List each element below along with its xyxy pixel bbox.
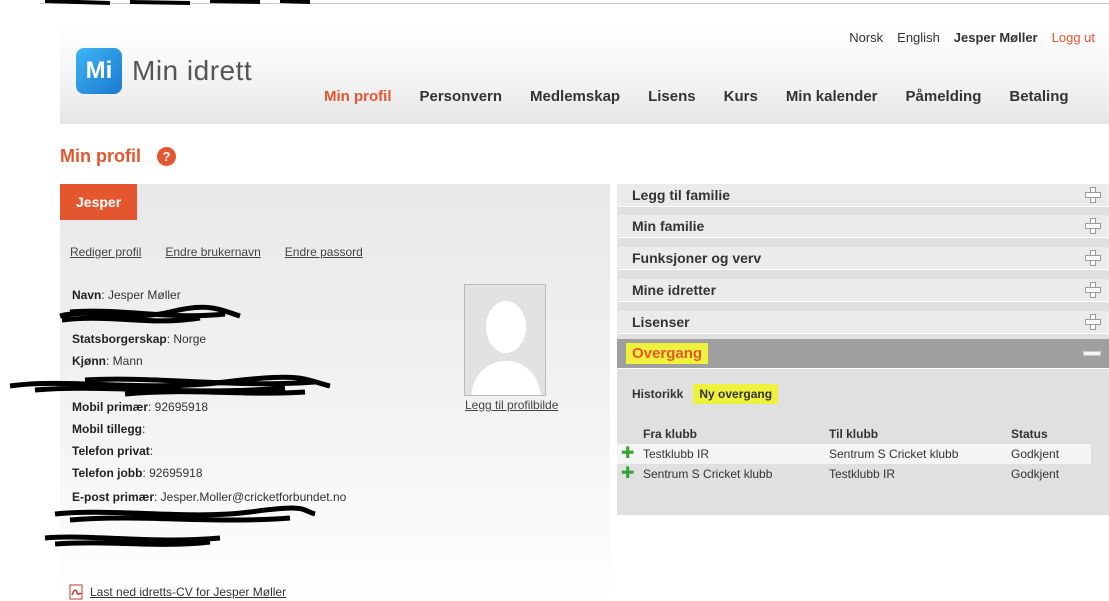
profile-links: Rediger profil Endre brukernavn Endre pa…	[70, 245, 363, 259]
redaction-scribble-top	[44, 0, 311, 5]
user-name: Jesper Møller	[953, 30, 1038, 45]
accordion-add-family[interactable]: Legg til familie	[617, 184, 1109, 207]
accordion-label: Lisenser	[632, 314, 690, 330]
logo-text: Min idrett	[132, 55, 253, 86]
help-icon[interactable]: ?	[156, 147, 176, 166]
new-transfer-button[interactable]: Ny overgang	[693, 384, 779, 404]
change-username-link[interactable]: Endre brukernavn	[165, 245, 260, 259]
accordion-my-family[interactable]: Min familie	[617, 215, 1109, 238]
table-header-row: Fra klubb Til klubb Status	[617, 424, 1091, 444]
nav-min-profil[interactable]: Min profil	[324, 88, 392, 105]
field-name: Navn: Jesper Møller	[72, 288, 181, 302]
expand-row-plus-icon[interactable]: ✚	[621, 445, 634, 462]
accordion-functions[interactable]: Funksjoner og verv	[617, 247, 1109, 270]
page-title: Min profil	[60, 146, 141, 166]
cell-from: Sentrum S Cricket klubb	[643, 467, 773, 481]
accordion-transfer[interactable]: Overgang	[617, 339, 1109, 369]
expand-plus-icon[interactable]	[1085, 187, 1101, 203]
nav-medlemskap[interactable]: Medlemskap	[530, 88, 620, 105]
profile-panel: Jesper Rediger profil Endre brukernavn E…	[9, 184, 610, 601]
download-cv-link[interactable]: Last ned idretts-CV for Jesper Møller	[90, 585, 286, 599]
profile-picture-placeholder[interactable]	[464, 284, 546, 396]
redaction-scribble	[54, 505, 316, 523]
add-profile-picture-link[interactable]: Legg til profilbilde	[465, 398, 558, 412]
column-header-from: Fra klubb	[643, 427, 698, 441]
history-tab[interactable]: Historikk	[632, 387, 683, 401]
main-nav: Min profil Personvern Medlemskap Lisens …	[324, 88, 1069, 105]
accordion-label-open: Overgang	[626, 343, 709, 364]
table-row[interactable]: ✚ Sentrum S Cricket klubb Testklubb IR G…	[617, 464, 1091, 484]
accordion-label: Funksjoner og verv	[632, 250, 762, 266]
nav-kurs[interactable]: Kurs	[724, 88, 758, 105]
cell-to: Testklubb IR	[829, 467, 896, 481]
expand-plus-icon[interactable]	[1085, 218, 1101, 234]
expand-plus-icon[interactable]	[1085, 314, 1101, 330]
expand-plus-icon[interactable]	[1085, 250, 1101, 266]
person-silhouette-icon	[471, 301, 541, 395]
collapse-minus-icon[interactable]	[1083, 351, 1101, 356]
accordion-panel: Legg til familie Min familie Funksjoner …	[617, 184, 1109, 515]
page-title-row: Min profil ?	[60, 146, 176, 167]
redaction-scribble	[9, 374, 331, 397]
table-row[interactable]: ✚ Testklubb IR Sentrum S Cricket klubb G…	[617, 444, 1091, 464]
language-bar: Norsk English Jesper Møller Logg ut	[849, 30, 1095, 45]
lang-norsk-link[interactable]: Norsk	[849, 30, 883, 45]
field-gender: Kjønn: Mann	[72, 354, 143, 368]
logo[interactable]: Mi Min idrett	[76, 48, 252, 94]
nav-personvern[interactable]: Personvern	[420, 88, 503, 105]
cell-status: Godkjent	[1011, 444, 1091, 464]
accordion-licenses[interactable]: Lisenser	[617, 311, 1109, 334]
nav-betaling[interactable]: Betaling	[1009, 88, 1068, 105]
accordion-label: Min familie	[632, 218, 705, 234]
nav-pamelding[interactable]: Påmelding	[906, 88, 982, 105]
accordion-label: Mine idretter	[632, 282, 717, 298]
accordion-my-sports[interactable]: Mine idretter	[617, 279, 1109, 302]
field-phone-work: Telefon jobb: 92695918	[72, 466, 203, 480]
pdf-icon	[69, 584, 83, 600]
expand-plus-icon[interactable]	[1085, 282, 1101, 298]
column-header-status: Status	[1011, 427, 1048, 441]
cv-download: Last ned idretts-CV for Jesper Møller	[68, 584, 286, 600]
transfer-toolbar: Historikk Ny overgang	[632, 384, 779, 404]
logo-mark: Mi	[76, 48, 122, 94]
cell-status: Godkjent	[1011, 467, 1060, 481]
site-header: Norsk English Jesper Møller Logg ut Mi M…	[60, 24, 1109, 124]
profile-name-tab: Jesper	[60, 184, 138, 220]
redaction-scribble	[44, 534, 221, 547]
nav-lisens[interactable]: Lisens	[648, 88, 696, 105]
expand-row-plus-icon[interactable]: ✚	[621, 465, 634, 482]
logout-link[interactable]: Logg ut	[1052, 30, 1095, 45]
field-phone-private: Telefon privat:	[72, 444, 154, 458]
field-citizenship: Statsborgerskap: Norge	[72, 332, 207, 346]
column-header-to: Til klubb	[829, 427, 879, 441]
cell-to: Sentrum S Cricket klubb	[829, 444, 1011, 464]
cell-from: Testklubb IR	[643, 444, 829, 464]
transfer-table: Fra klubb Til klubb Status ✚ Testklubb I…	[617, 424, 1091, 484]
accordion-label: Legg til familie	[632, 187, 731, 203]
change-password-link[interactable]: Endre passord	[285, 245, 363, 259]
redaction-scribble	[59, 304, 241, 324]
edit-profile-link[interactable]: Rediger profil	[70, 245, 141, 259]
lang-english-link[interactable]: English	[897, 30, 940, 45]
field-mobile-extra: Mobil tillegg:	[72, 422, 146, 436]
nav-min-kalender[interactable]: Min kalender	[786, 88, 878, 105]
